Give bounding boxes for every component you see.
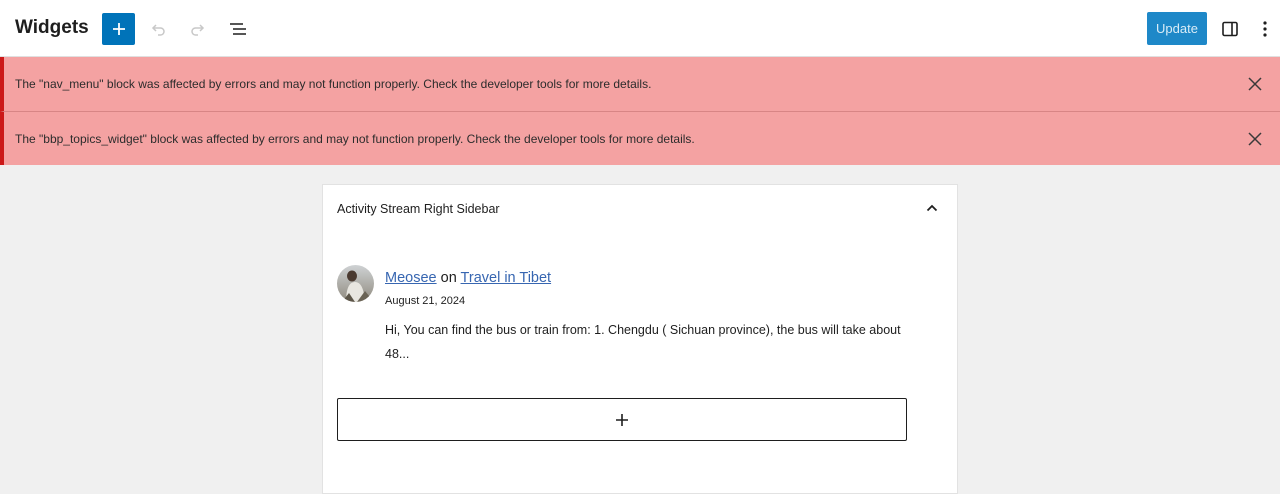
chevron-up-icon (926, 204, 938, 212)
close-icon (1248, 77, 1262, 91)
avatar[interactable] (337, 265, 374, 302)
undo-icon (151, 24, 165, 36)
collapse-widget-area-button[interactable] (919, 197, 945, 219)
plus-icon (112, 23, 125, 35)
topic-joiner: on (440, 270, 457, 286)
avatar-image (337, 265, 374, 302)
settings-sidebar-button[interactable] (1214, 13, 1246, 45)
dismiss-notice-button[interactable] (1242, 126, 1268, 152)
dismiss-notice-button[interactable] (1242, 71, 1268, 97)
undo-button[interactable] (142, 13, 174, 45)
error-notice: The "nav_menu" block was affected by err… (0, 57, 1280, 111)
redo-icon (191, 24, 205, 36)
add-block-appender[interactable] (337, 398, 907, 441)
add-block-button[interactable] (102, 13, 135, 45)
topic-link[interactable]: Travel in Tibet (461, 270, 552, 286)
widget-area-panel: Activity Stream Right Sidebar Meosee on … (322, 184, 958, 494)
sidebar-toggle-icon (1222, 21, 1238, 37)
notice-message: The "nav_menu" block was affected by err… (15, 77, 652, 91)
author-link[interactable]: Meosee (385, 270, 437, 286)
widget-area-title: Activity Stream Right Sidebar (337, 202, 500, 216)
topic-heading: Meosee on Travel in Tibet (385, 270, 551, 286)
topic-excerpt: Hi, You can find the bus or train from: … (385, 323, 901, 361)
list-view-icon (230, 23, 246, 35)
topic-date: August 21, 2024 (385, 295, 466, 307)
error-notice: The "bbp_topics_widget" block was affect… (0, 111, 1280, 165)
plus-icon (616, 413, 628, 426)
update-button[interactable]: Update (1147, 12, 1207, 45)
list-view-button[interactable] (222, 13, 254, 45)
page-title: Widgets (15, 17, 89, 38)
notice-message: The "bbp_topics_widget" block was affect… (15, 132, 695, 146)
options-button[interactable] (1252, 13, 1278, 45)
editor-header: Widgets Update (0, 0, 1280, 57)
redo-button[interactable] (182, 13, 214, 45)
close-icon (1248, 132, 1262, 146)
more-vertical-icon (1263, 21, 1267, 37)
